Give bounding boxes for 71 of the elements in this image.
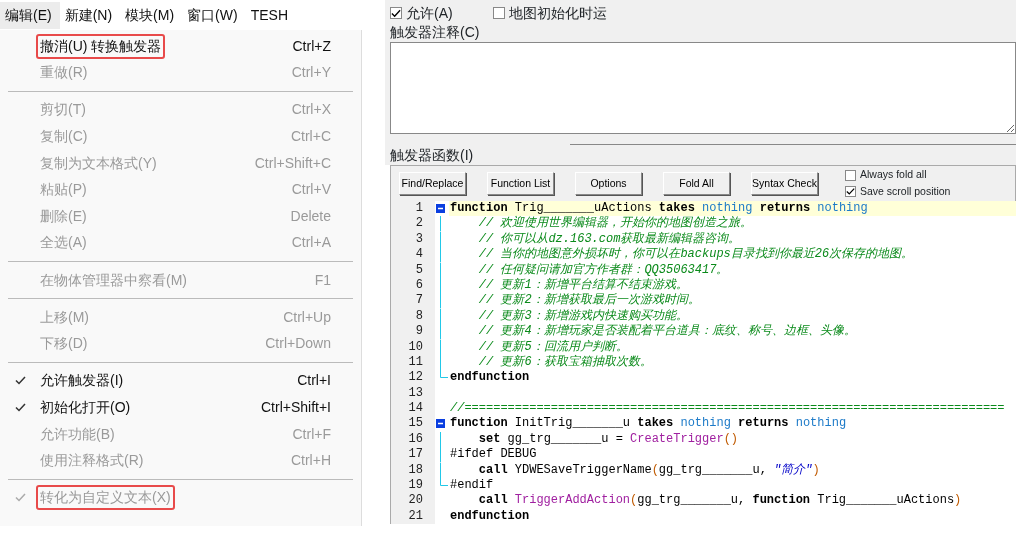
shortcut-text: Ctrl+H [290, 451, 331, 471]
fold-toggle-icon[interactable] [436, 204, 445, 213]
shortcut-text: F1 [314, 270, 331, 290]
shortcut-text: Ctrl+V [291, 180, 331, 200]
code-line: endfunction [449, 508, 531, 525]
checkbox[interactable] [845, 169, 856, 181]
code-line: // 更新3：新增游戏内快速购买功能。 [477, 308, 689, 324]
line-number: 15 [391, 416, 435, 432]
shortcut-text: Delete [290, 206, 331, 226]
line-number: 12 [391, 370, 435, 386]
comment-field[interactable] [390, 42, 1016, 134]
menu-bar-item[interactable]: 新建(N) [59, 1, 121, 29]
menu-bar-item[interactable]: 窗口(W) [182, 1, 246, 29]
toolbar-button[interactable]: Fold All [663, 172, 730, 195]
code-line: call YDWESaveTriggerName(gg_trg_______u, "简介") [477, 462, 821, 479]
line-number: 17 [391, 447, 435, 463]
shortcut-text: Ctrl+X [291, 100, 331, 120]
fold-toggle-icon[interactable] [436, 419, 445, 429]
functions-label: 触发器函数(I) [390, 146, 475, 165]
shortcut-text: Ctrl+A [291, 233, 331, 253]
code-line: //=========================================================================== [449, 401, 1006, 417]
line-number: 1 [391, 201, 435, 217]
shortcut-text: Ctrl+I [297, 371, 331, 391]
line-number: 20 [391, 493, 435, 509]
code-line: call TriggerAddAction(gg_trg_______u, function Trig_______uActions) [477, 493, 963, 509]
menu-item[interactable]: 初始化打开(O) [36, 394, 135, 420]
shortcut-text: Ctrl+C [290, 127, 331, 147]
code-line: // 任何疑问请加官方作者群：QQ35063417。 [477, 262, 730, 278]
line-number: 9 [391, 324, 435, 340]
shortcut-text: Ctrl+F [292, 424, 331, 444]
shortcut-text: Ctrl+Down [265, 334, 331, 354]
code-line: // 欢迎使用世界编辑器，开始你的地图创造之旅。 [477, 216, 754, 232]
menu-bar-item[interactable]: TESH [245, 1, 296, 29]
shortcut-text: Ctrl+Y [291, 63, 331, 83]
code-line: // 你可以从dz.163.com获取最新编辑器咨询。 [477, 231, 742, 247]
checkbox-label: Save scroll position [860, 184, 951, 199]
checkbox[interactable] [390, 7, 402, 19]
code-line: #ifdef DEBUG [449, 447, 538, 463]
checkbox[interactable] [492, 7, 505, 19]
line-number: 2 [391, 216, 435, 232]
code-line: // 更新5：回流用户判断。 [477, 339, 629, 355]
shortcut-text: Ctrl+Up [283, 307, 331, 327]
code-line: endfunction [449, 370, 531, 386]
checkbox-label: 地图初始化时运 [508, 3, 607, 23]
comment-label: 触发器注释(C) [390, 23, 481, 42]
shortcut-text: Ctrl+Shift+C [254, 153, 331, 173]
toolbar-button[interactable]: Options [575, 172, 642, 195]
checkbox-label: Always fold all [860, 167, 927, 183]
toolbar-button[interactable]: Find/Replace [399, 172, 466, 195]
shortcut-text: Ctrl+Shift+I [260, 397, 331, 417]
code-line: // 更新2：新增获取最后一次游戏时间。 [477, 293, 701, 309]
menu-bar-item[interactable]: 编辑(E) [0, 1, 60, 29]
code-line: // 更新4：新增玩家是否装配着平台道具：底纹、称号、边框、头像。 [477, 324, 857, 340]
line-number: 4 [391, 247, 435, 263]
menu-item[interactable]: 撤消(U) 转换触发器 [36, 33, 166, 59]
menu-item[interactable]: 允许触发器(I) [36, 368, 128, 394]
code-line: // 更新6：获取宝箱抽取次数。 [477, 354, 653, 371]
code-line: set gg_trg_______u = CreateTrigger() [477, 431, 740, 448]
code-line: function InitTrig_______u takes nothing returns nothing [449, 416, 848, 432]
line-number: 14 [391, 401, 435, 417]
menu-bar-item[interactable]: 模块(M) [120, 1, 183, 29]
shortcut-text: Ctrl+Z [292, 36, 331, 56]
line-number: 19 [391, 478, 435, 494]
code-line: // 当你的地图意外损坏时，你可以在backups目录找到你最近26次保存的地图。 [477, 247, 915, 263]
code-line: // 更新1：新增平台结算不结束游戏。 [477, 277, 689, 293]
code-line: #endif [449, 478, 495, 494]
toolbar-button[interactable]: Syntax Check [751, 172, 818, 195]
checkbox-label: 允许(A) [406, 3, 453, 23]
toolbar-button[interactable]: Function List [487, 172, 554, 195]
checkbox[interactable] [845, 186, 856, 198]
line-number: 7 [391, 293, 435, 309]
